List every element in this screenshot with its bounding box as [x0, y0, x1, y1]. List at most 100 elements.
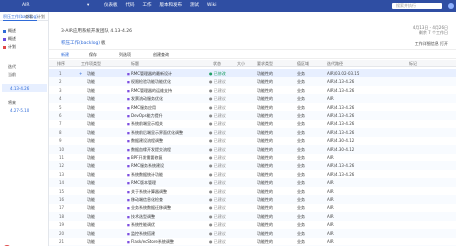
- nav-dashboard[interactable]: 仪表板: [104, 0, 118, 12]
- col-title[interactable]: 标题: [131, 61, 139, 67]
- row-area: 业务: [297, 213, 305, 219]
- col-status[interactable]: 状态: [213, 61, 221, 67]
- row-req-type: 功能性的: [257, 87, 273, 93]
- nav-test[interactable]: 测试: [190, 0, 199, 12]
- nav-wiki[interactable]: Wiki: [207, 0, 216, 12]
- row-title: RMC服务系统建设: [131, 163, 165, 169]
- col-type[interactable]: 工作项类型: [81, 61, 101, 67]
- sidebar-item-overview[interactable]: 概述: [3, 28, 16, 34]
- row-area: 业务: [297, 171, 305, 177]
- feature-icon: ■: [127, 122, 130, 127]
- feature-icon: ■: [127, 72, 130, 76]
- col-area[interactable]: 值区域: [297, 61, 309, 67]
- breadcrumb: 3-AIR应用系统开发团队 4.13-4.26: [61, 29, 133, 34]
- row-type: 功能: [87, 222, 95, 228]
- feature-icon: ■: [127, 147, 130, 152]
- new-button[interactable]: 新建: [61, 52, 69, 58]
- row-iteration: AIR\4.13-4.26: [327, 104, 355, 110]
- row-req-type: 功能性的: [257, 171, 273, 177]
- row-status: ● 已建议: [209, 222, 226, 228]
- row-area: 业务: [297, 104, 305, 110]
- feature-icon: ■: [127, 189, 130, 194]
- col-iteration[interactable]: 迭代路径: [327, 61, 343, 67]
- row-area: 业务: [297, 205, 305, 211]
- sidebar-iteration-current[interactable]: 4.13-4.26: [10, 86, 29, 91]
- row-title: 数据建设流程调整: [131, 138, 163, 144]
- row-iteration: AIR: [327, 222, 334, 228]
- row-rank: 16: [59, 197, 65, 202]
- create-query-button[interactable]: 创建查询: [153, 52, 169, 58]
- add-child-icon[interactable]: +: [79, 71, 82, 76]
- save-button[interactable]: 保存: [89, 52, 97, 58]
- row-title: 关于系统计算器调整: [131, 188, 167, 194]
- avatar[interactable]: [448, 3, 454, 9]
- row-area: 业务: [297, 121, 305, 127]
- row-type: 功能: [87, 239, 95, 244]
- feature-icon: ■: [127, 105, 130, 110]
- row-req-type: 功能性的: [257, 188, 273, 194]
- row-status: ● 已建议: [209, 104, 226, 110]
- row-iteration: AIR\4.13-4.26: [327, 79, 355, 85]
- row-area: 业务: [297, 222, 305, 228]
- row-req-type: 功能性的: [257, 163, 273, 169]
- project-switcher[interactable]: AIR ▾: [22, 3, 102, 9]
- row-status: ● 已建议: [209, 213, 226, 219]
- feature-icon: ■: [127, 198, 130, 202]
- row-rank: 19: [59, 222, 65, 228]
- row-type: 功能: [87, 205, 95, 211]
- col-rank[interactable]: 排序: [57, 61, 65, 67]
- work-details-toggle[interactable]: 工作详细信息 打开: [415, 41, 448, 47]
- row-area: 业务: [297, 239, 305, 244]
- chevron-down-icon: ▾: [87, 3, 90, 8]
- row-title: 系统性能调优: [131, 222, 155, 228]
- row-rank: 5: [59, 104, 62, 110]
- sidebar-item-plan[interactable]: 计划: [3, 44, 16, 50]
- row-type: 功能: [87, 146, 95, 152]
- row-req-type: 功能性的: [257, 104, 273, 110]
- table-header: 排序 工作项类型 标题 状态 大小 要求类型 值区域 迭代路径 标记: [49, 60, 456, 67]
- row-status: ● 已建议: [209, 188, 226, 194]
- row-rank: 15: [59, 188, 65, 194]
- project-name: AIR: [22, 3, 30, 8]
- nav-code[interactable]: 代码: [126, 0, 135, 12]
- feature-icon: ■: [127, 80, 130, 85]
- row-req-type: 功能性的: [257, 129, 273, 135]
- remaining-days: 剩余 7 个工作日: [418, 30, 448, 35]
- feature-icon: ■: [127, 88, 130, 93]
- feature-icon: ■: [127, 223, 130, 228]
- sidebar-iteration-future[interactable]: 4.27-5.10: [10, 108, 29, 113]
- nav-work[interactable]: 工作: [143, 0, 152, 12]
- row-iteration: AIR: [327, 180, 334, 186]
- row-rank: 21: [59, 239, 65, 244]
- row-iteration: AIR\4.13-4.26: [327, 129, 355, 135]
- col-size[interactable]: 大小: [237, 61, 245, 67]
- sidebar-item-overview-2[interactable]: 概述: [3, 36, 16, 42]
- row-title: RMC管理器的运维支持: [131, 87, 173, 93]
- column-options-button[interactable]: 列选项: [119, 52, 131, 58]
- row-rank: 11: [59, 155, 65, 160]
- row-title: DevOps能力提升: [131, 113, 163, 118]
- row-rank: 4: [59, 96, 62, 102]
- row-type: 功能: [87, 163, 95, 169]
- row-title: 数据血缘开发提交流程: [131, 146, 171, 152]
- row-iteration: AIR\4.13-4.26: [327, 171, 355, 177]
- search-input[interactable]: 搜索并执行: [392, 3, 442, 9]
- row-rank: 17: [59, 205, 65, 211]
- nav-release[interactable]: 版本和发布: [160, 0, 183, 12]
- row-req-type: 功能性的: [257, 96, 273, 102]
- row-status: ● 已建议: [209, 155, 226, 160]
- row-status: ● 已建议: [209, 180, 226, 186]
- row-type: 功能: [87, 129, 95, 135]
- row-iteration: AIR\4.13-4.26: [327, 163, 355, 169]
- col-tags[interactable]: 标记: [409, 61, 417, 67]
- row-rank: 10: [59, 146, 65, 152]
- row-title: 发票流动服务优化: [131, 96, 163, 102]
- row-req-type: 功能性的: [257, 230, 273, 236]
- row-type: 功能: [87, 197, 95, 202]
- row-req-type: 功能性的: [257, 113, 273, 118]
- row-status: ● 已建议: [209, 87, 226, 93]
- page-title: 积压工作(backlog): [61, 41, 101, 46]
- col-req-type[interactable]: 要求类型: [257, 61, 273, 67]
- row-title: 系统数据统计功能: [131, 171, 163, 177]
- tab-plan[interactable]: 计划: [37, 14, 45, 20]
